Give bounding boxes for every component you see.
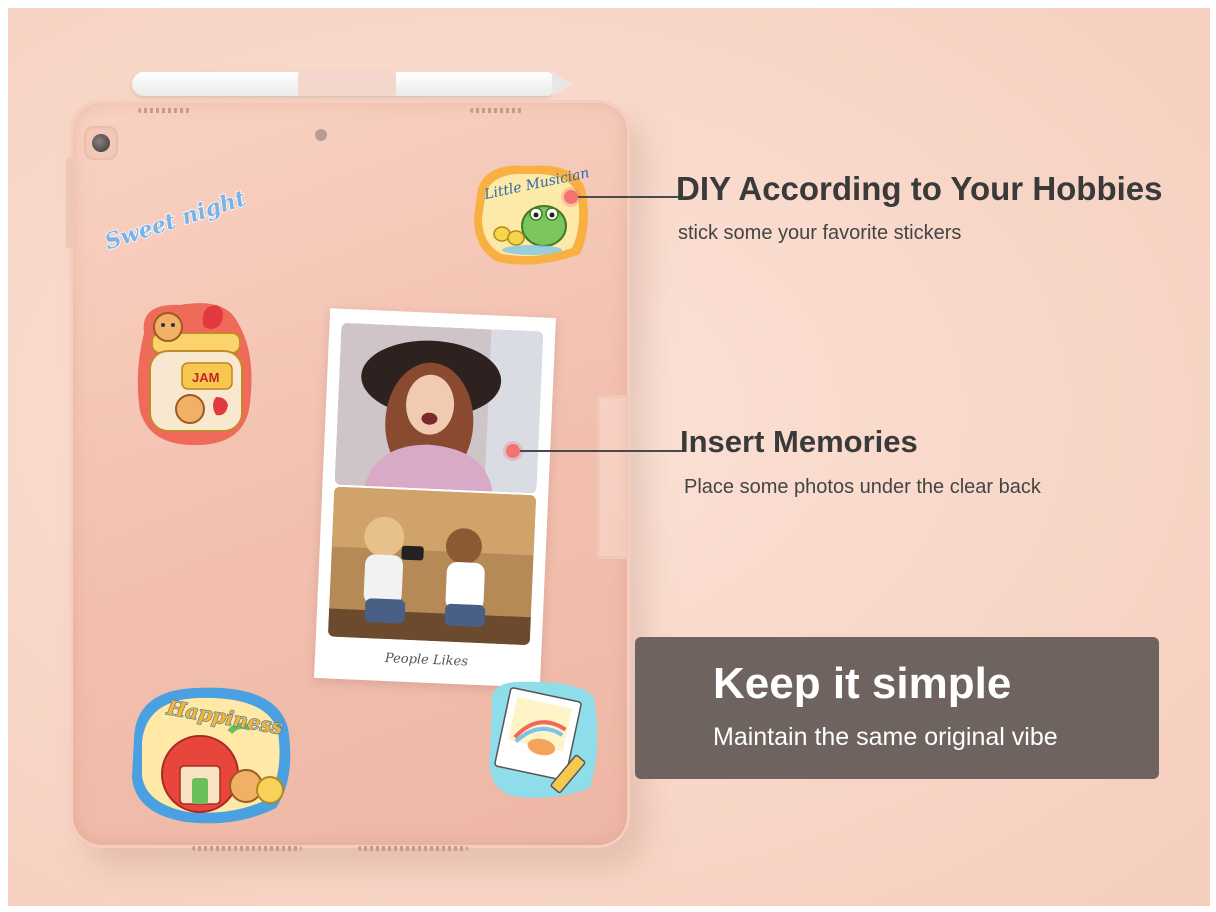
little-musician-sticker: Little Musician — [474, 165, 591, 265]
case-handle — [597, 395, 629, 559]
jam-jar-sticker: JAM — [137, 303, 252, 446]
microphone-dot — [315, 129, 327, 141]
happiness-sticker: Happiness — [132, 687, 291, 824]
speaker-grille — [138, 108, 190, 113]
polaroid-rainbow-sticker — [489, 681, 598, 798]
speaker-grille — [470, 108, 522, 113]
callout-line — [520, 450, 686, 452]
speaker-grille — [192, 846, 302, 851]
callout-dot — [564, 190, 578, 204]
callout-title-hobbies: DIY According to Your Hobbies — [676, 170, 1163, 207]
callout-dot — [506, 444, 520, 458]
woman-in-hat-photo — [334, 322, 544, 494]
callout-title-memories: Insert Memories — [680, 424, 918, 459]
photo-signature: People Likes — [384, 650, 469, 670]
sweet-night-text: Sweet night — [102, 185, 246, 250]
stylus-pencil — [132, 72, 552, 96]
side-button — [66, 158, 74, 248]
camera-icon — [84, 126, 118, 160]
children-photo — [327, 486, 537, 646]
sweet-night-sticker: Sweet night — [101, 185, 246, 250]
photo-card: People Likes — [314, 308, 556, 688]
callout-subtitle-hobbies: stick some your favorite stickers — [678, 222, 962, 244]
camera-lens — [92, 134, 110, 152]
pencil-tip — [552, 72, 572, 96]
callout-line — [578, 196, 682, 198]
jam-label-text: JAM — [192, 370, 219, 385]
banner-title: Keep it simple — [713, 659, 1012, 708]
pencil-band — [298, 72, 396, 96]
banner-subtitle: Maintain the same original vibe — [713, 723, 1058, 751]
keep-it-simple-banner: Keep it simple Maintain the same origina… — [635, 637, 1159, 779]
speaker-grille — [358, 846, 468, 851]
callout-subtitle-memories: Place some photos under the clear back — [684, 476, 1041, 498]
